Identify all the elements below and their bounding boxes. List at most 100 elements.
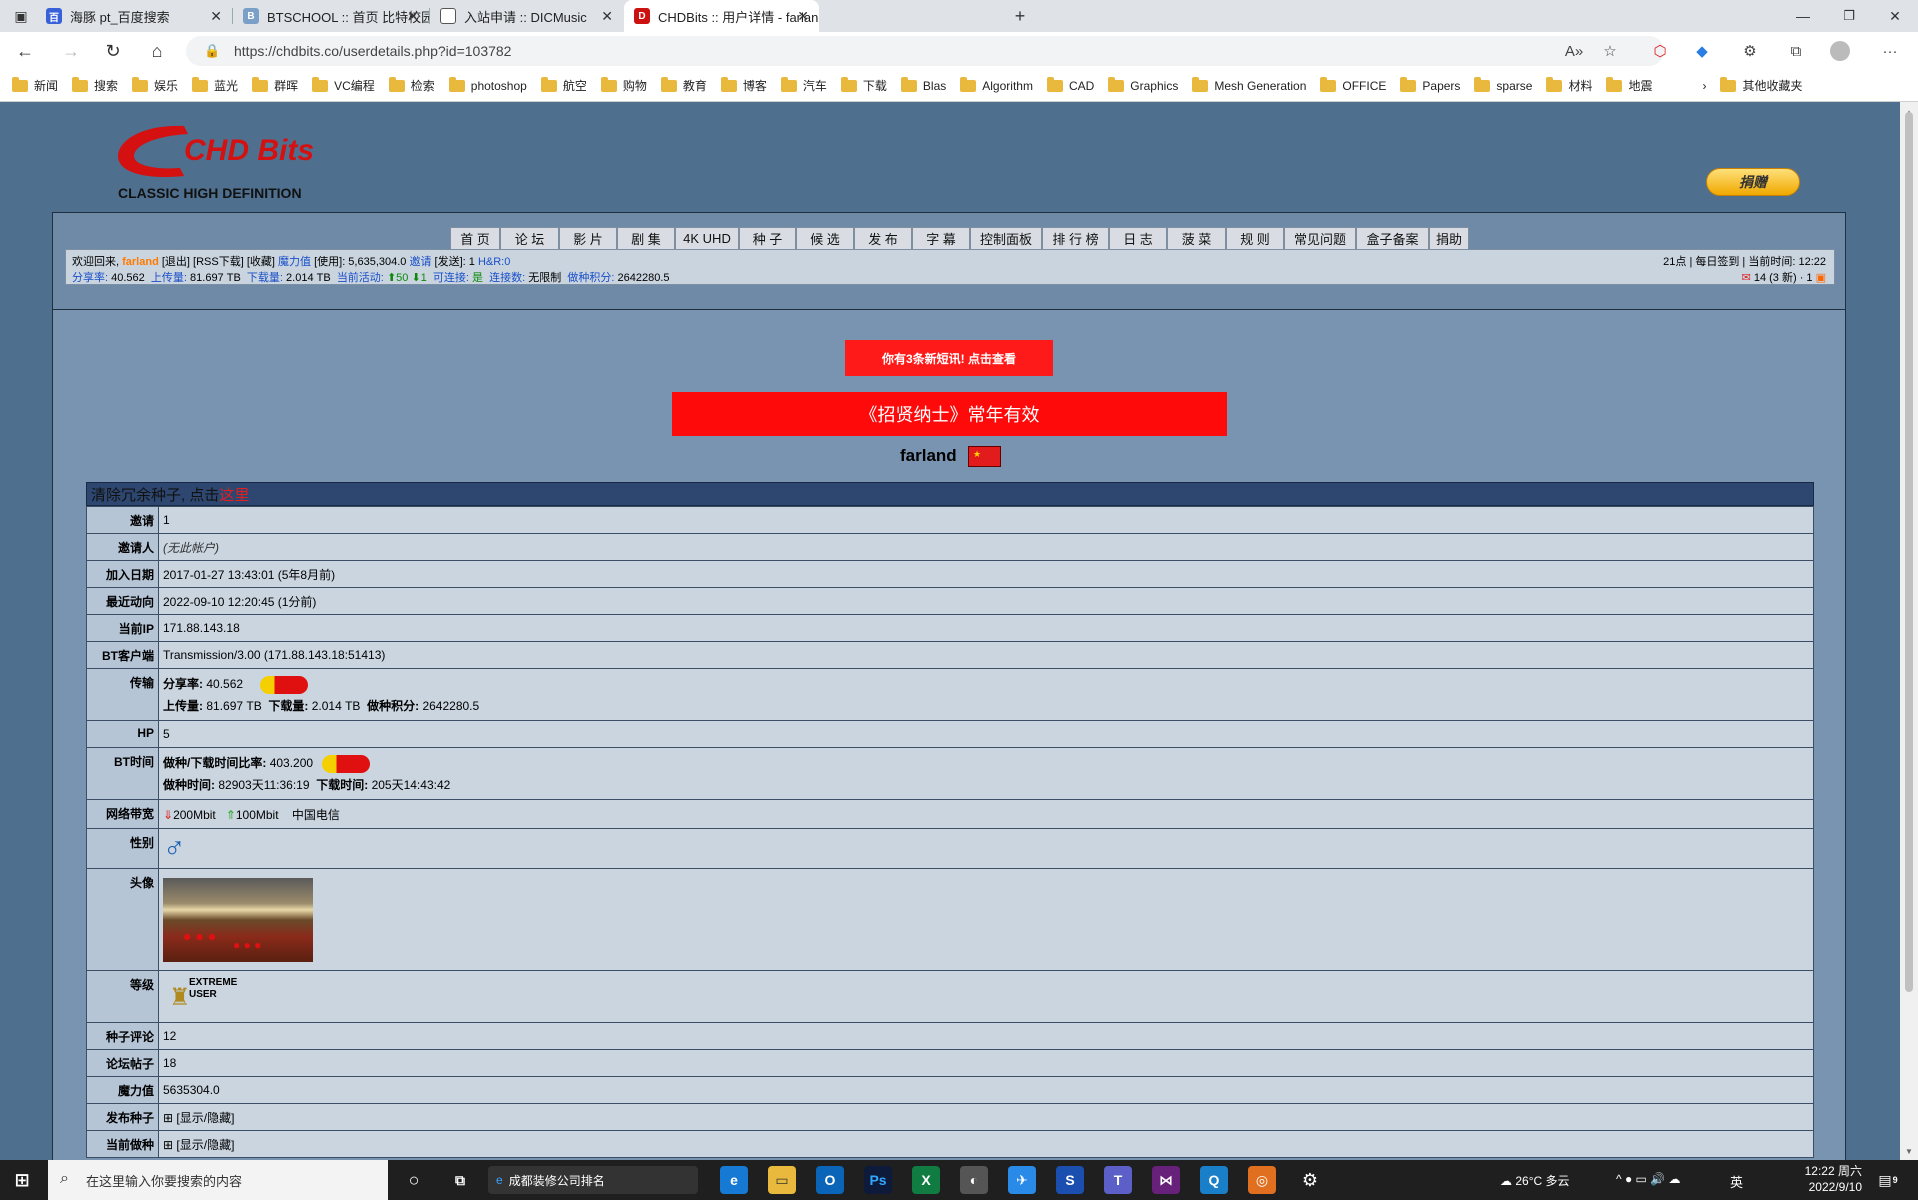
menu-item[interactable]: 常见问题 — [1284, 227, 1356, 249]
bookmark-folder[interactable]: 博客 — [720, 76, 767, 94]
expand-icon[interactable]: ⊞ — [163, 1111, 173, 1125]
home-icon[interactable]: ⌂ — [144, 38, 170, 64]
bookmark-folder[interactable]: OFFICE — [1320, 76, 1386, 93]
edge-browser-icon[interactable]: e — [720, 1166, 748, 1194]
task-view-icon[interactable]: ⧉ — [446, 1166, 474, 1194]
magic-link[interactable]: 魔力值 — [278, 256, 311, 268]
bookmark-folder[interactable]: 新闻 — [12, 76, 58, 94]
file-explorer-icon[interactable]: ▭ — [768, 1166, 796, 1194]
restore-icon[interactable]: ❐ — [1836, 3, 1862, 29]
menu-item[interactable]: 4K UHD — [675, 227, 739, 249]
menu-item[interactable]: 盒子备案 — [1356, 227, 1429, 249]
more-icon[interactable]: ··· — [1880, 41, 1900, 61]
site-logo[interactable]: CHD Bits CLASSIC HIGH DEFINITION — [114, 118, 334, 208]
bookmark-folder[interactable]: 材料 — [1546, 76, 1592, 94]
bookmark-folder[interactable]: 群晖 — [252, 76, 298, 94]
bookmark-folder[interactable]: 下载 — [840, 76, 887, 94]
ime-indicator[interactable]: 英 — [1730, 1172, 1743, 1191]
menu-item[interactable]: 候 选 — [796, 227, 854, 249]
message-count[interactable]: ✉ 14 (3 新) · 1 ▣ — [1742, 269, 1826, 285]
taskbar-clock[interactable]: 12:22 周六 2022/9/10 — [1805, 1163, 1862, 1195]
tab-actions-icon[interactable]: ▣ — [8, 3, 34, 29]
minimize-icon[interactable]: — — [1790, 3, 1816, 29]
menu-item[interactable]: 论 坛 — [500, 227, 559, 249]
bookmark-folder[interactable]: 蓝光 — [192, 76, 238, 94]
other-bookmarks[interactable]: 其他收藏夹 — [1720, 76, 1803, 94]
menu-item[interactable]: 字 幕 — [912, 227, 970, 249]
taskbar-search[interactable]: ⌕ 在这里输入你要搜索的内容 — [48, 1160, 388, 1200]
toggle-link[interactable]: [显示/隐藏] — [176, 1138, 234, 1152]
expand-icon[interactable]: ⊞ — [163, 1138, 173, 1152]
donate-button[interactable]: 捐赠 — [1706, 168, 1800, 196]
close-icon[interactable]: ✕ — [797, 8, 809, 25]
chrome-like-icon[interactable]: ◎ — [1248, 1166, 1276, 1194]
cleanup-link[interactable]: 这里 — [219, 484, 249, 505]
excel-icon[interactable]: X — [912, 1166, 940, 1194]
bookmarks-overflow-icon[interactable]: › — [1702, 79, 1706, 93]
bookmark-folder[interactable]: Blas — [900, 76, 946, 93]
extensions-icon[interactable]: ⚙ — [1740, 41, 1760, 61]
menu-item[interactable]: 首 页 — [450, 227, 500, 249]
bookmark-folder[interactable]: 购物 — [600, 76, 647, 94]
recruit-banner[interactable]: 《招贤纳士》常年有效 — [672, 392, 1227, 436]
new-tab-icon[interactable]: + — [1007, 3, 1033, 29]
photoshop-icon[interactable]: Ps — [864, 1166, 892, 1194]
bookmark-folder[interactable]: 地震 — [1606, 76, 1652, 94]
menu-item[interactable]: 菠 菜 — [1167, 227, 1226, 249]
outlook-icon[interactable]: O — [816, 1166, 844, 1194]
windows-start-icon[interactable]: ⊞ — [8, 1166, 36, 1194]
menu-item[interactable]: 剧 集 — [617, 227, 675, 249]
tray-icons[interactable]: ^ ● ▭ 🔊 ☁ — [1616, 1172, 1681, 1186]
bookmark-folder[interactable]: photoshop — [448, 76, 527, 93]
back-icon[interactable]: ← — [12, 38, 38, 64]
teams-icon[interactable]: T — [1104, 1166, 1132, 1194]
toggle-link[interactable]: [显示/隐藏] — [176, 1111, 234, 1125]
edge-search-widget[interactable]: e 成都装修公司排名 — [488, 1166, 698, 1194]
read-aloud-icon[interactable]: A» — [1564, 41, 1584, 61]
bookmark-folder[interactable]: Graphics — [1108, 76, 1178, 93]
bookmark-folder[interactable]: sparse — [1474, 76, 1532, 93]
bookmark-folder[interactable]: 教育 — [660, 76, 707, 94]
menu-item[interactable]: 发 布 — [854, 227, 912, 249]
bookmark-folder[interactable]: 汽车 — [780, 76, 827, 94]
scrollbar[interactable]: ▲ ▼ — [1900, 102, 1918, 1160]
app-s-icon[interactable]: S — [1056, 1166, 1084, 1194]
bookmark-folder[interactable]: 航空 — [540, 76, 587, 94]
menu-item[interactable]: 捐助 — [1429, 227, 1469, 249]
menu-item[interactable]: 控制面板 — [970, 227, 1042, 249]
bookmark-folder[interactable]: CAD — [1046, 76, 1094, 93]
window-close-icon[interactable]: ✕ — [1882, 3, 1908, 29]
close-icon[interactable]: ✕ — [407, 8, 419, 25]
url-field[interactable]: 🔒 https://chdbits.co/userdetails.php?id=… — [186, 36, 1664, 66]
feishu-icon[interactable]: ✈ — [1008, 1166, 1036, 1194]
weather-widget[interactable]: ☁ 26°C 多云 — [1500, 1172, 1570, 1189]
menu-item[interactable]: 规 则 — [1226, 227, 1284, 249]
settings-icon[interactable]: ⚙ — [1296, 1166, 1324, 1194]
favorite-star-icon[interactable]: ☆ — [1600, 41, 1620, 61]
app-icon[interactable]: ◐ — [960, 1166, 988, 1194]
menu-item[interactable]: 排 行 榜 — [1042, 227, 1109, 249]
bookmark-folder[interactable]: Papers — [1400, 76, 1460, 93]
bookmark-folder[interactable]: 娱乐 — [132, 76, 178, 94]
forward-icon[interactable]: → — [58, 38, 84, 64]
rss-icon[interactable]: ▣ — [1816, 272, 1826, 284]
menu-item[interactable]: 日 志 — [1109, 227, 1167, 249]
username-link[interactable]: farland — [122, 256, 159, 268]
close-icon[interactable]: ✕ — [601, 8, 613, 25]
tab-3[interactable]: 入站申请 :: DICMusic ✕ — [430, 0, 623, 32]
adblock-icon[interactable]: ⬡ — [1650, 41, 1670, 61]
menu-item[interactable]: 影 片 — [559, 227, 617, 249]
invite-link[interactable]: 邀请 — [409, 256, 431, 268]
close-icon[interactable]: ✕ — [210, 8, 222, 25]
tab-2[interactable]: B BTSCHOOL :: 首页 比特校园PT小 ✕ — [233, 0, 429, 32]
new-message-alert[interactable]: 你有3条新短讯! 点击查看 — [845, 340, 1053, 376]
hr-link[interactable]: H&R:0 — [478, 256, 510, 268]
bookmark-folder[interactable]: Mesh Generation — [1192, 76, 1306, 93]
bookmark-folder[interactable]: 检索 — [388, 76, 435, 94]
user-links[interactable]: [退出] [RSS下载] [收藏] — [162, 256, 275, 268]
bookmark-folder[interactable]: VC编程 — [312, 76, 375, 94]
tab-4-active[interactable]: D CHDBits :: 用户详情 - farland - Po ✕ — [624, 0, 819, 32]
refresh-icon[interactable]: ↻ — [100, 38, 126, 64]
collections-icon[interactable]: ⧉ — [1786, 41, 1806, 61]
profile-avatar[interactable] — [1830, 41, 1850, 61]
